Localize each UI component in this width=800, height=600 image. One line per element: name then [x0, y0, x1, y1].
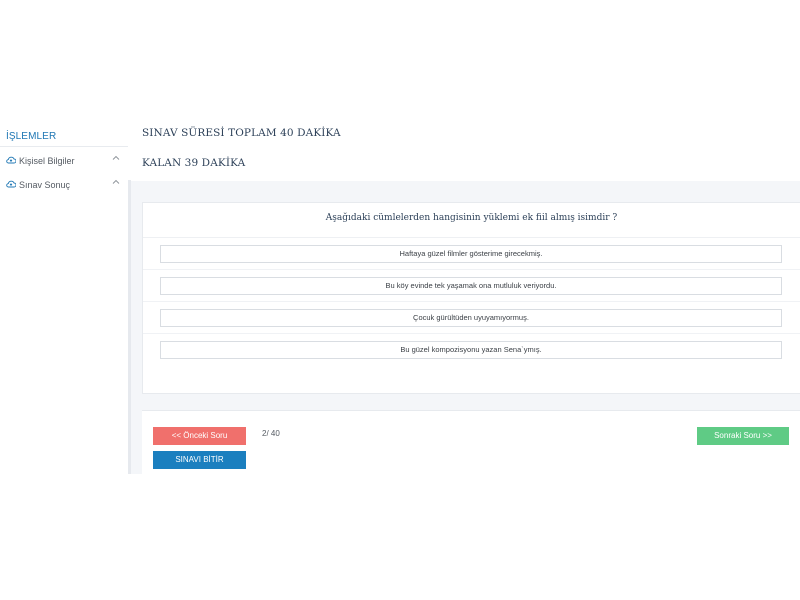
sidebar-item-label: Sınav Sonuç [19, 180, 71, 190]
option-divider [143, 269, 800, 270]
sidebar-item-exam-result[interactable]: Sınav Sonuç [6, 179, 122, 193]
answer-option-c[interactable]: Çocuk gürültüden uyuyamıyormuş. [160, 309, 782, 327]
cloud-icon [6, 156, 16, 164]
option-divider [143, 333, 800, 334]
exam-total-time: SINAV SÜRESİ TOPLAM 40 DAKİKA [142, 127, 341, 139]
sidebar-item-label: Kişisel Bilgiler [19, 156, 75, 166]
question-divider [143, 237, 800, 238]
chevron-up-icon[interactable] [112, 154, 120, 162]
chevron-up-icon[interactable] [112, 178, 120, 186]
previous-question-button[interactable]: << Önceki Soru [153, 427, 246, 445]
question-card: Aşağıdaki cümlelerden hangisinin yüklemi… [142, 202, 800, 394]
sidebar [0, 124, 128, 474]
finish-exam-button[interactable]: SINAVI BİTİR [153, 451, 246, 469]
option-divider [143, 301, 800, 302]
answer-option-a[interactable]: Haftaya güzel filmler gösterime girecekm… [160, 245, 782, 263]
sidebar-heading: İŞLEMLER [6, 131, 57, 142]
sidebar-divider [0, 146, 128, 147]
answer-option-d[interactable]: Bu güzel kompozisyonu yazan Sena`ymış. [160, 341, 782, 359]
next-question-button[interactable]: Sonraki Soru >> [697, 427, 789, 445]
cloud-icon [6, 180, 16, 188]
sidebar-item-personal-info[interactable]: Kişisel Bilgiler [6, 155, 122, 169]
exam-remaining-time: KALAN 39 DAKİKA [142, 157, 246, 169]
question-text: Aşağıdaki cümlelerden hangisinin yüklemi… [325, 213, 618, 223]
answer-option-b[interactable]: Bu köy evinde tek yaşamak ona mutluluk v… [160, 277, 782, 295]
question-counter: 2/ 40 [262, 429, 280, 438]
